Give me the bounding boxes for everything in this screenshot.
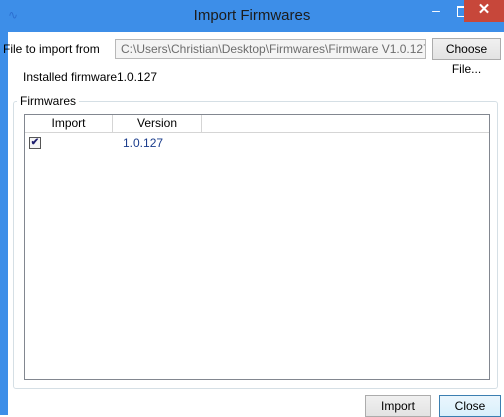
close-icon: ✕ xyxy=(477,1,491,18)
import-button[interactable]: Import xyxy=(365,395,431,417)
firmwares-group: Firmwares Import Version ✔ 1.0.127 xyxy=(13,94,498,389)
close-button[interactable]: Close xyxy=(439,395,501,417)
minimize-button[interactable]: – xyxy=(423,0,449,22)
version-cell: 1.0.127 xyxy=(123,136,164,150)
import-firmwares-window: ∿ Import Firmwares – ✕ File to import fr… xyxy=(0,0,504,417)
installed-firmware-label: Installed firmware xyxy=(23,70,118,84)
dialog-body: File to import from C:\Users\Christian\D… xyxy=(3,32,504,417)
import-checkbox[interactable]: ✔ xyxy=(29,137,41,149)
firmwares-header: Import Version xyxy=(25,115,489,133)
minimize-icon: – xyxy=(432,2,440,18)
column-header-version[interactable]: Version xyxy=(113,115,202,132)
table-row[interactable]: ✔ 1.0.127 xyxy=(25,134,489,152)
firmwares-group-label: Firmwares xyxy=(17,94,79,108)
file-path-field[interactable]: C:\Users\Christian\Desktop\Firmwares\Fir… xyxy=(115,39,426,59)
choose-file-button[interactable]: Choose File... xyxy=(432,38,501,76)
installed-firmware-value: 1.0.127 xyxy=(117,70,158,84)
title-bar[interactable]: ∿ Import Firmwares – ✕ xyxy=(0,0,504,32)
column-header-import[interactable]: Import xyxy=(25,115,113,132)
close-window-button[interactable]: ✕ xyxy=(464,0,504,22)
firmwares-list[interactable]: Import Version ✔ 1.0.127 xyxy=(24,114,490,380)
file-to-import-label: File to import from xyxy=(3,42,100,56)
